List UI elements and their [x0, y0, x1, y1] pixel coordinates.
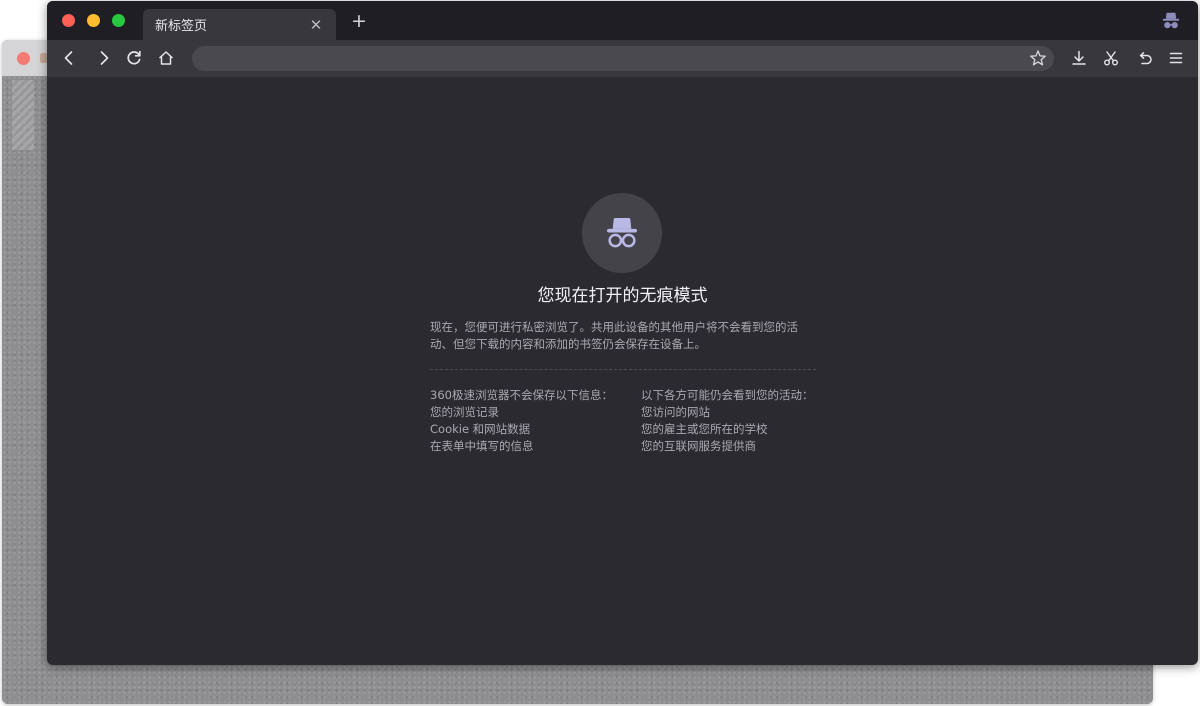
tab-title: 新标签页 [155, 19, 208, 34]
tab-bar: 新标签页 ✕ + [47, 1, 1198, 40]
background-close-dot[interactable] [17, 52, 30, 65]
new-tab-button[interactable]: + [349, 11, 369, 31]
list-item: 您的互联网服务提供商 [641, 439, 756, 453]
undo-icon [1139, 52, 1152, 65]
chevron-right-icon [100, 51, 109, 65]
tab-close-icon[interactable]: ✕ [308, 17, 324, 33]
list-item: 在表单中填写的信息 [430, 439, 534, 453]
window-maximize-button[interactable] [112, 14, 125, 27]
not-saved-title: 360极速浏览器不会保存以下信息： [430, 388, 613, 402]
scissors-icon [1104, 51, 1118, 66]
browser-window: 新标签页 ✕ + 您现在打开的无痕模式 现在，您便可进行私密浏览了。共用此设备的… [47, 1, 1198, 665]
undo-close-tab-button[interactable] [1134, 47, 1156, 69]
not-saved-list: 360极速浏览器不会保存以下信息： 您的浏览记录 Cookie 和网站数据 在表… [430, 387, 630, 455]
reload-icon [127, 50, 141, 65]
list-item: 您的浏览记录 [430, 405, 499, 419]
forward-button[interactable] [93, 47, 115, 69]
download-icon [1072, 50, 1086, 65]
back-button[interactable] [58, 47, 80, 69]
incognito-new-tab-page: 您现在打开的无痕模式 现在，您便可进行私密浏览了。共用此设备的其他用户将不会看到… [47, 77, 1198, 665]
still-visible-title: 以下各方可能仍会看到您的活动： [641, 388, 814, 402]
list-item: 您的雇主或您所在的学校 [641, 422, 768, 436]
home-icon [158, 51, 174, 65]
chevron-left-icon [64, 51, 73, 65]
page-title: 您现在打开的无痕模式 [537, 286, 708, 306]
bookmark-star-button[interactable] [1029, 49, 1047, 67]
tab-new-tab[interactable]: 新标签页 ✕ [143, 9, 336, 40]
toolbar [47, 40, 1198, 77]
description-line: 动、但您下载的内容和添加的书签仍会保存在设备上。 [430, 337, 706, 351]
list-item: 您访问的网站 [641, 405, 710, 419]
incognito-description: 现在，您便可进行私密浏览了。共用此设备的其他用户将不会看到您的活 动、但您下载的… [430, 319, 820, 353]
address-bar-input[interactable] [192, 46, 1054, 71]
dashed-divider [430, 369, 816, 370]
download-button[interactable] [1068, 47, 1090, 69]
main-menu-button[interactable] [1165, 47, 1187, 69]
home-button[interactable] [155, 47, 177, 69]
screenshot-button[interactable] [1100, 47, 1122, 69]
still-visible-list: 以下各方可能仍会看到您的活动： 您访问的网站 您的雇主或您所在的学校 您的互联网… [641, 387, 841, 455]
background-window-thumbnail [12, 80, 34, 150]
incognito-icon [607, 218, 637, 248]
description-line: 现在，您便可进行私密浏览了。共用此设备的其他用户将不会看到您的活 [430, 320, 798, 334]
window-minimize-button[interactable] [87, 14, 100, 27]
menu-icon [1169, 52, 1183, 64]
reload-button[interactable] [123, 47, 145, 69]
incognito-icon[interactable] [1160, 10, 1182, 32]
star-icon [1030, 50, 1046, 66]
window-close-button[interactable] [62, 14, 75, 27]
list-item: Cookie 和网站数据 [430, 422, 531, 436]
incognito-badge [582, 193, 662, 273]
